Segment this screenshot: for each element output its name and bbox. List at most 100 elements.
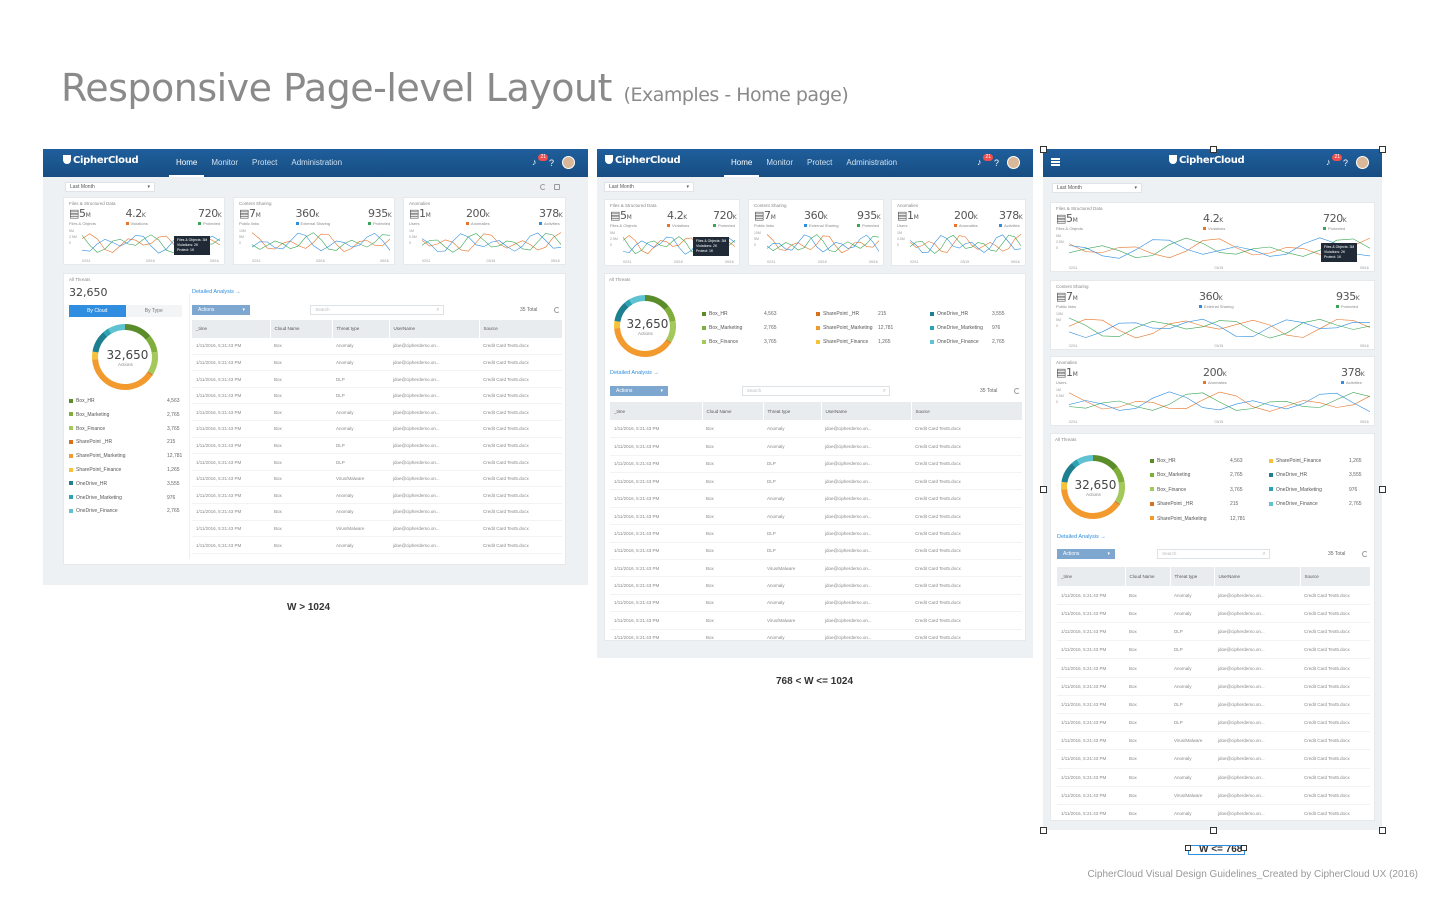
legend-item[interactable]: SharePoint_Finance 1,265: [69, 467, 180, 473]
notification-bell-icon[interactable]: ♪ 21: [532, 154, 548, 167]
table-row[interactable]: 1/11/2016, 5:21:43 PM Box Anomaly jdoe@ciph…: [610, 576, 1022, 595]
table-row[interactable]: 1/11/2016, 5:21:43 PM Box DLP jdoe@cipherde…: [610, 455, 1022, 474]
table-row[interactable]: 1/11/2016, 5:21:43 PM Box DLP jdoe@cipherde…: [192, 453, 562, 471]
ciphercloud-logo[interactable]: CipherCloud: [605, 155, 681, 166]
legend-item[interactable]: OneDrive_Finance 2,765: [1269, 501, 1362, 507]
column-header[interactable]: Threat type: [1170, 567, 1215, 587]
legend-item[interactable]: OneDrive_HR 3,555: [930, 311, 1005, 317]
selection-handle[interactable]: [1210, 827, 1217, 834]
nav-item-monitor[interactable]: Monitor: [759, 149, 800, 177]
table-row[interactable]: 1/11/2016, 5:21:43 PM Box Virus/Malware jdo…: [610, 559, 1022, 578]
ciphercloud-logo[interactable]: CipherCloud: [63, 155, 139, 166]
table-row[interactable]: 1/11/2016, 5:21:43 PM Box DLP jdoe@cipherde…: [192, 387, 562, 405]
search-input[interactable]: Search: [741, 386, 891, 396]
column-header[interactable]: Threat type: [332, 320, 390, 338]
nav-item-home[interactable]: Home: [724, 149, 760, 177]
table-row[interactable]: 1/11/2016, 5:21:43 PM Box Anomaly jdoe@ciph…: [1057, 749, 1370, 769]
legend-item[interactable]: OneDrive_HR 3,555: [69, 481, 180, 487]
ciphercloud-logo[interactable]: CipherCloud: [1169, 155, 1245, 166]
nav-item-administration[interactable]: Administration: [284, 149, 349, 177]
table-row[interactable]: 1/11/2016, 5:21:43 PM Box Anomaly jdoe@ciph…: [1057, 586, 1370, 605]
donut-slice[interactable]: [614, 302, 629, 323]
legend-item[interactable]: OneDrive_Finance 2,765: [930, 339, 1005, 345]
donut-slice[interactable]: [103, 328, 112, 337]
legend-item[interactable]: SharePoint_Marketing 12,781: [1150, 516, 1245, 522]
legend-item[interactable]: Box_Marketing 2,765: [1150, 472, 1243, 478]
table-row[interactable]: 1/11/2016, 5:21:43 PM Box Anomaly jdoe@ciph…: [192, 486, 562, 505]
legend-item[interactable]: Box_Marketing 2,765: [69, 412, 180, 418]
column-header[interactable]: _time: [192, 320, 271, 338]
table-row[interactable]: 1/11/2016, 5:21:43 PM Box Anomaly jdoe@ciph…: [610, 437, 1022, 456]
legend-item[interactable]: Box_Finance 3,765: [702, 339, 777, 345]
legend-item[interactable]: OneDrive_Finance 2,765: [69, 508, 180, 514]
selection-handle[interactable]: [1379, 146, 1386, 153]
legend-item[interactable]: Box_HR 4,563: [702, 311, 777, 317]
table-row[interactable]: 1/11/2016, 5:21:43 PM Box Anomaly jdoe@ciph…: [1057, 658, 1370, 678]
donut-slice[interactable]: [1061, 462, 1076, 483]
legend-item[interactable]: SharePoint_Finance 1,265: [1269, 458, 1362, 464]
nav-item-home[interactable]: Home: [169, 149, 205, 177]
legend-item[interactable]: Box_HR 4,563: [1150, 458, 1243, 464]
toggle-by-cloud[interactable]: By Cloud: [69, 305, 126, 317]
help-icon[interactable]: ?: [994, 158, 999, 168]
table-row[interactable]: 1/11/2016, 5:21:43 PM Box Anomaly jdoe@ciph…: [192, 354, 562, 372]
donut-slice[interactable]: [1071, 459, 1080, 468]
donut-slice[interactable]: [1076, 455, 1094, 465]
legend-item[interactable]: SharePoint_Marketing 12,781: [816, 325, 893, 331]
column-header[interactable]: Cloud Name: [1125, 567, 1171, 587]
refresh-icon[interactable]: [1362, 551, 1368, 557]
help-icon[interactable]: ?: [1343, 158, 1348, 168]
legend-item[interactable]: SharePoint _HR 215: [69, 439, 175, 445]
selection-handle[interactable]: [1241, 845, 1247, 851]
donut-slice[interactable]: [108, 324, 126, 334]
selection-handle[interactable]: [1040, 827, 1047, 834]
donut-slice[interactable]: [1114, 481, 1125, 505]
legend-item[interactable]: Box_HR 4,563: [69, 398, 180, 404]
table-row[interactable]: 1/11/2016, 5:21:43 PM Box DLP jdoe@cipherde…: [610, 472, 1022, 491]
table-row[interactable]: 1/11/2016, 5:21:43 PM Box Anomaly jdoe@ciph…: [610, 629, 1022, 640]
legend-item[interactable]: OneDrive_Marketing 976: [1269, 487, 1357, 493]
legend-item[interactable]: OneDrive_Marketing 976: [930, 325, 1000, 331]
donut-slice[interactable]: [629, 295, 646, 305]
refresh-icon[interactable]: [540, 184, 546, 190]
legend-item[interactable]: SharePoint_Finance 1,265: [816, 339, 891, 345]
notification-bell-icon[interactable]: ♪ 21: [977, 154, 993, 167]
donut-slice[interactable]: [644, 295, 669, 311]
column-header[interactable]: Threat type: [763, 402, 822, 421]
legend-item[interactable]: OneDrive_Marketing 976: [69, 495, 175, 501]
toggle-by-type[interactable]: By Type: [125, 305, 182, 317]
table-row[interactable]: 1/11/2016, 5:21:43 PM Box DLP jdoe@cipherde…: [1057, 640, 1370, 660]
table-row[interactable]: 1/11/2016, 5:21:43 PM Box Virus/Malware jdo…: [192, 470, 562, 488]
column-header[interactable]: Cloud Name: [270, 320, 333, 338]
table-row[interactable]: 1/11/2016, 5:21:43 PM Box Anomaly jdoe@ciph…: [610, 489, 1022, 508]
nav-item-administration[interactable]: Administration: [839, 149, 904, 177]
search-input[interactable]: Search: [310, 305, 444, 315]
donut-slice[interactable]: [666, 321, 676, 343]
column-header[interactable]: Source: [1300, 567, 1371, 587]
table-row[interactable]: 1/11/2016, 5:21:43 PM Box Anomaly jdoe@ciph…: [1057, 677, 1370, 696]
refresh-icon[interactable]: [554, 307, 560, 313]
table-row[interactable]: 1/11/2016, 5:21:43 PM Box DLP jdoe@cipherde…: [610, 542, 1022, 561]
legend-item[interactable]: Box_Marketing 2,765: [702, 325, 777, 331]
table-row[interactable]: 1/11/2016, 5:21:43 PM Box Virus/Malware jdo…: [610, 611, 1022, 630]
legend-item[interactable]: SharePoint _HR 215: [816, 311, 886, 317]
date-range-dropdown[interactable]: Last Month: [1052, 183, 1142, 193]
detailed-analysis-link[interactable]: Detailed Analysis →: [610, 370, 659, 376]
legend-item[interactable]: SharePoint_Marketing 12,781: [69, 453, 182, 459]
refresh-icon[interactable]: [1014, 388, 1020, 394]
column-header[interactable]: UserName: [1214, 567, 1301, 587]
legend-item[interactable]: Box_Finance 3,765: [69, 426, 180, 432]
table-row[interactable]: 1/11/2016, 5:21:43 PM Box Anomaly jdoe@ciph…: [610, 420, 1022, 439]
nav-item-monitor[interactable]: Monitor: [204, 149, 245, 177]
selection-handle[interactable]: [1379, 827, 1386, 834]
notification-bell-icon[interactable]: ♪ 21: [1326, 154, 1342, 167]
user-avatar[interactable]: [1007, 156, 1021, 169]
detailed-analysis-link[interactable]: Detailed Analysis →: [1057, 534, 1106, 540]
table-row[interactable]: 1/11/2016, 5:21:43 PM Box DLP jdoe@cipherde…: [1057, 713, 1370, 733]
table-row[interactable]: 1/11/2016, 5:21:43 PM Box Anomaly jdoe@ciph…: [192, 403, 562, 422]
donut-slice[interactable]: [147, 351, 158, 375]
table-row[interactable]: 1/11/2016, 5:21:43 PM Box Anomaly jdoe@ciph…: [192, 536, 562, 554]
nav-item-protect[interactable]: Protect: [800, 149, 839, 177]
donut-slice[interactable]: [1114, 500, 1121, 506]
table-row[interactable]: 1/11/2016, 5:21:43 PM Box Anomaly jdoe@ciph…: [192, 503, 562, 521]
